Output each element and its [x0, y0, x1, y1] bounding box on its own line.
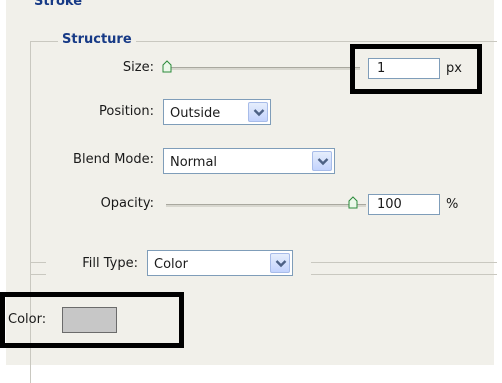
- fill-type-select[interactable]: Color: [147, 250, 293, 276]
- structure-group-title: Structure: [58, 32, 136, 47]
- opacity-slider-thumb[interactable]: [348, 196, 358, 209]
- size-slider-thumb[interactable]: [162, 60, 172, 73]
- color-highlight-box: [0, 292, 184, 348]
- opacity-slider-track[interactable]: [166, 204, 366, 207]
- blend-mode-dropdown-button[interactable]: [312, 151, 332, 171]
- size-label: Size:: [122, 60, 154, 75]
- size-slider-track[interactable]: [164, 67, 360, 70]
- position-label: Position:: [99, 104, 154, 119]
- position-select-value: Outside: [170, 106, 221, 121]
- blend-mode-select-value: Normal: [170, 155, 218, 170]
- stroke-panel: Stroke Structure Size: 1 px Position: Ou…: [0, 0, 497, 383]
- blend-mode-label: Blend Mode:: [73, 152, 154, 167]
- position-select[interactable]: Outside: [163, 99, 271, 125]
- fill-type-select-value: Color: [154, 257, 188, 272]
- size-highlight-box: [350, 44, 482, 94]
- opacity-input[interactable]: 100: [368, 194, 440, 215]
- stroke-section-title: Stroke: [30, 0, 87, 9]
- chevron-down-icon: [317, 158, 329, 166]
- fill-type-label: Fill Type:: [82, 256, 138, 271]
- opacity-label: Opacity:: [100, 196, 154, 211]
- opacity-unit: %: [446, 197, 459, 212]
- fill-type-dropdown-button[interactable]: [270, 253, 290, 273]
- blend-mode-select[interactable]: Normal: [163, 148, 335, 174]
- chevron-down-icon: [253, 109, 265, 117]
- position-dropdown-button[interactable]: [248, 102, 268, 122]
- chevron-down-icon: [275, 260, 287, 268]
